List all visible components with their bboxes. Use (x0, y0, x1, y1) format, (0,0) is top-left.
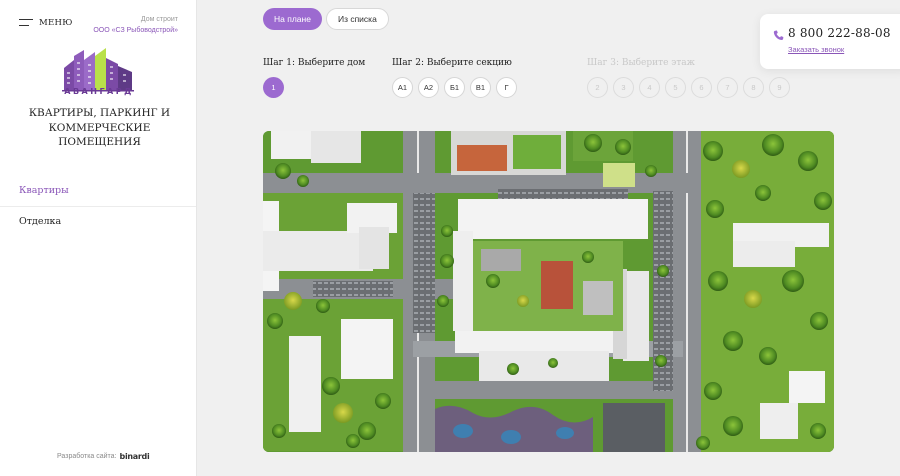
floor-option: 8 (743, 77, 764, 98)
sidebar-item-apartments[interactable]: Квартиры (0, 176, 196, 207)
site-plan-map[interactable] (263, 131, 834, 452)
floor-option: 6 (691, 77, 712, 98)
developer-info: Дом строит ООО «СЗ Рыбоводстрой» (93, 14, 178, 36)
view-list-button[interactable]: Из списка (325, 8, 389, 30)
phone-number-link[interactable]: 8 800 222-88-08 (788, 26, 891, 40)
contact-card: 8 800 222-88-08 Заказать звонок (760, 14, 900, 69)
floor-option: 5 (665, 77, 686, 98)
floor-option: 9 (769, 77, 790, 98)
menu-icon (19, 18, 33, 28)
developer-company-link[interactable]: ООО «СЗ Рыбоводстрой» (93, 25, 178, 36)
house-option[interactable]: 1 (263, 77, 284, 98)
floor-option: 4 (639, 77, 660, 98)
step-2-label: Шаг 2: Выберите секцию (392, 58, 512, 68)
aerial-plan-image (263, 131, 834, 452)
developer-role: Дом строит (140, 16, 178, 23)
credit-brand: binardi (119, 452, 150, 461)
menu-label: МЕНЮ (39, 18, 73, 28)
section-selector: А1 А2 Б1 В1 Г (392, 77, 517, 98)
sidebar-item-finishing[interactable]: Отделка (0, 207, 196, 237)
section-option[interactable]: А1 (392, 77, 413, 98)
section-option[interactable]: Б1 (444, 77, 465, 98)
callback-link[interactable]: Заказать звонок (788, 45, 844, 54)
house-selector: 1 (263, 77, 284, 98)
step-3-label: Шаг 3: Выберите этаж (587, 58, 695, 68)
logo-wordmark: АВАНГАРД (64, 87, 134, 96)
view-plan-button[interactable]: На плане (263, 8, 322, 30)
developer-credit[interactable]: Разработка сайта: binardi (57, 452, 150, 461)
floor-option: 7 (717, 77, 738, 98)
section-option[interactable]: В1 (470, 77, 491, 98)
menu-button[interactable]: МЕНЮ (19, 18, 73, 28)
floor-option: 3 (613, 77, 634, 98)
step-1-label: Шаг 1: Выберите дом (263, 58, 366, 68)
floor-option: 2 (587, 77, 608, 98)
sidebar-nav: Квартиры Отделка (0, 176, 196, 237)
phone-icon (773, 30, 784, 41)
section-option[interactable]: А2 (418, 77, 439, 98)
section-option[interactable]: Г (496, 77, 517, 98)
credit-prefix: Разработка сайта: (57, 453, 117, 460)
site-tagline: Квартиры, паркинг и коммерческие помещен… (28, 107, 171, 148)
floor-selector: 2 3 4 5 6 7 8 9 (587, 77, 790, 98)
view-toggle: На плане Из списка (263, 8, 389, 30)
sidebar: МЕНЮ Дом строит ООО «СЗ Рыбоводстрой» АВ… (0, 0, 197, 476)
